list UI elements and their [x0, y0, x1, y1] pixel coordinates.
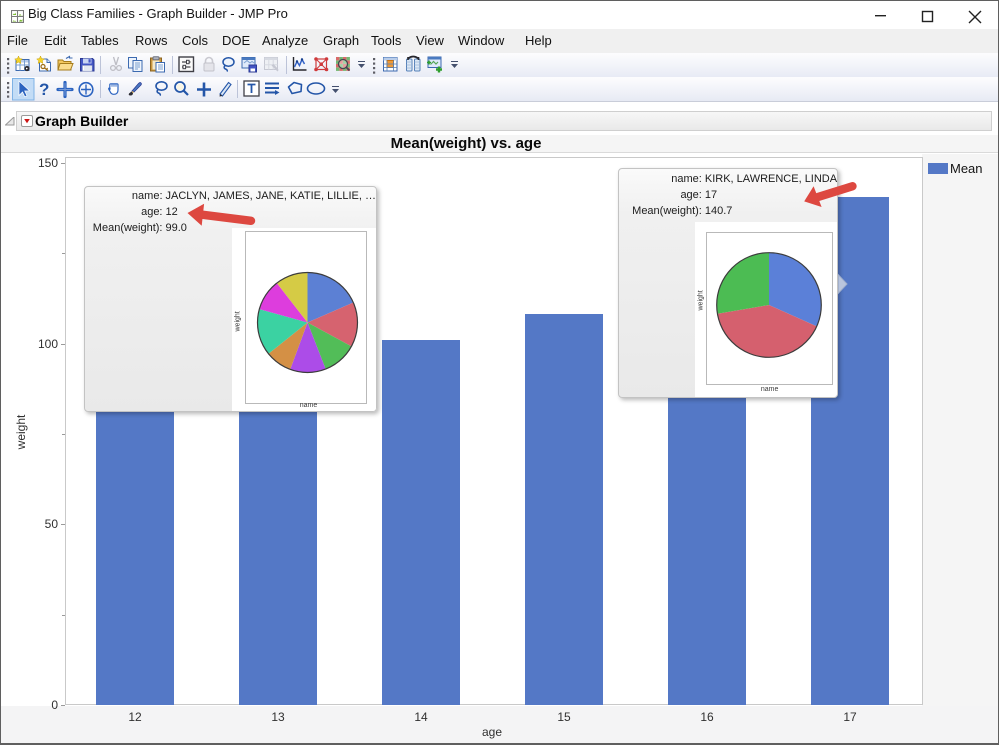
svg-text:?: ?: [39, 80, 49, 99]
